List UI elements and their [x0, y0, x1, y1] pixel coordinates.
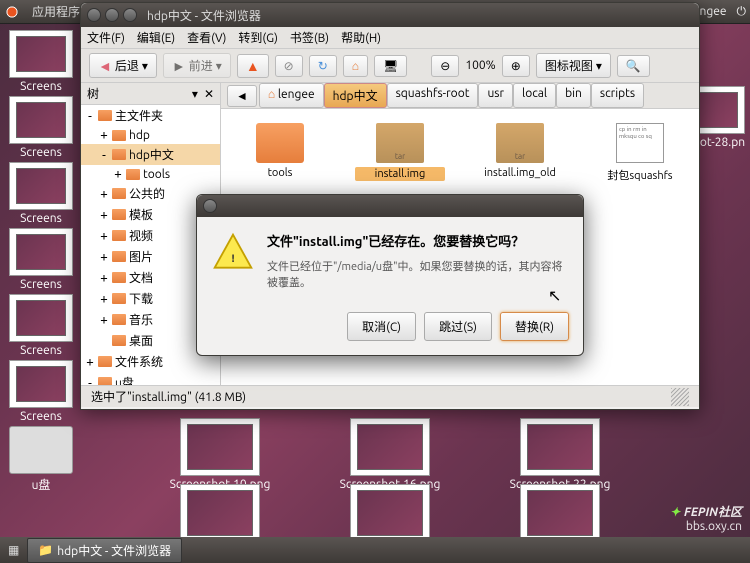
warning-icon: !	[211, 231, 255, 275]
zoom-out-button[interactable]: ⊖	[431, 55, 459, 77]
up-button[interactable]: ▲	[237, 54, 269, 78]
reload-icon: ↻	[318, 59, 328, 73]
replace-button[interactable]: 替换(R)	[500, 312, 569, 341]
menu-item[interactable]: 编辑(E)	[137, 29, 175, 46]
desktop-item[interactable]: Screenshot-10.png	[160, 418, 280, 491]
menu-applications[interactable]: 应用程序	[32, 3, 80, 20]
zoom-level: 100%	[465, 59, 495, 72]
desktop-item[interactable]: u盘	[6, 426, 76, 493]
breadcrumb-item[interactable]: squashfs-root	[387, 83, 479, 108]
status-bar: 选中了"install.img" (41.8 MB)	[81, 385, 699, 407]
tree-node[interactable]: -主文件夹	[81, 105, 220, 126]
tree-node[interactable]: +hdp	[81, 126, 220, 144]
close-icon[interactable]	[87, 8, 101, 22]
desktop-item[interactable]: Screens	[6, 294, 76, 357]
tree-node[interactable]: +tools	[81, 165, 220, 183]
arrow-right-icon: ►	[172, 58, 186, 74]
desktop-item[interactable]: Screens	[6, 228, 76, 291]
ubuntu-logo-icon	[4, 4, 20, 20]
bottom-panel: ▦ 📁 hdp中文 - 文件浏览器	[0, 537, 750, 563]
desktop-item[interactable]: Screens	[6, 162, 76, 225]
tree-header: 树 ▾✕	[81, 83, 220, 105]
chevron-down-icon: ▾	[596, 59, 602, 73]
svg-text:!: !	[231, 253, 234, 265]
file-item[interactable]: install.img_old	[475, 123, 565, 179]
search-icon: 🔍	[626, 59, 641, 73]
desktop-item[interactable]: Screenshot-22.png	[500, 418, 620, 491]
tree-node[interactable]: -u盘	[81, 372, 220, 385]
desktop-item[interactable]: Screens	[6, 360, 76, 423]
stop-icon: ⊘	[284, 59, 294, 73]
dialog-titlebar[interactable]	[197, 195, 583, 217]
skip-button[interactable]: 跳过(S)	[424, 312, 492, 341]
menu-item[interactable]: 转到(G)	[238, 29, 278, 46]
home-icon: ⌂	[352, 59, 359, 73]
file-item[interactable]: install.img	[355, 123, 445, 181]
path-back-button[interactable]: ◄	[227, 85, 257, 107]
taskbar-item[interactable]: 📁 hdp中文 - 文件浏览器	[27, 538, 182, 563]
breadcrumb-item[interactable]: bin	[556, 83, 591, 108]
home-button[interactable]: ⌂	[343, 55, 368, 77]
file-item[interactable]: cp in rm in mksqu co sq封包squashfs	[595, 123, 685, 183]
menu-item[interactable]: 文件(F)	[87, 29, 125, 46]
dialog-title: 文件"install.img"已经存在。您要替换它吗？	[267, 231, 569, 250]
status-text: 选中了"install.img" (41.8 MB)	[91, 388, 246, 405]
close-icon[interactable]	[203, 199, 217, 213]
zoom-in-button[interactable]: ⊕	[502, 55, 530, 77]
chevron-down-icon: ▾	[216, 59, 222, 73]
breadcrumb-item[interactable]: scripts	[591, 83, 644, 108]
menu-item[interactable]: 书签(B)	[290, 29, 329, 46]
folder-icon: 📁	[38, 543, 53, 557]
zoom-out-icon: ⊖	[440, 59, 450, 73]
menu-item[interactable]: 帮助(H)	[341, 29, 381, 46]
breadcrumb: ◄ ⌂ lengeehdp中文squashfs-rootusrlocalbins…	[221, 83, 699, 109]
dialog-body: 文件已经位于"/media/u盘"中。如果您要替换的话，其内容将被覆盖。	[267, 258, 569, 290]
arrow-up-icon: ▲	[246, 58, 260, 74]
breadcrumb-item[interactable]: usr	[478, 83, 513, 108]
desktop-item[interactable]: Screens	[6, 30, 76, 93]
stop-button[interactable]: ⊘	[275, 55, 303, 77]
computer-button[interactable]: 🖥	[374, 55, 407, 77]
cancel-button[interactable]: 取消(C)	[347, 312, 416, 341]
reload-button[interactable]: ↻	[309, 55, 337, 77]
resize-handle[interactable]	[671, 388, 689, 406]
arrow-left-icon: ◄	[98, 58, 112, 74]
breadcrumb-item[interactable]: ⌂ lengee	[259, 83, 324, 108]
chevron-down-icon: ▾	[142, 59, 148, 73]
desktop-item[interactable]: Screenshot-16.png	[330, 418, 450, 491]
maximize-icon[interactable]	[123, 8, 137, 22]
desktop-item[interactable]: Screens	[6, 96, 76, 159]
breadcrumb-item[interactable]: local	[513, 83, 556, 108]
back-button[interactable]: ◄后退▾	[89, 53, 157, 78]
search-button[interactable]: 🔍	[617, 55, 650, 77]
toolbar: ◄后退▾ ►前进▾ ▲ ⊘ ↻ ⌂ 🖥 ⊖ 100% ⊕ 图标视图 ▾ 🔍	[81, 49, 699, 83]
breadcrumb-item[interactable]: hdp中文	[324, 83, 387, 108]
chevron-down-icon[interactable]: ▾	[192, 87, 198, 101]
file-item[interactable]: tools	[235, 123, 325, 179]
watermark: ✦ FEPIN社区 bbs.oxy.cn	[670, 502, 742, 533]
close-icon[interactable]: ✕	[204, 87, 214, 101]
window-title: hdp中文 - 文件浏览器	[147, 7, 261, 24]
replace-dialog: ! 文件"install.img"已经存在。您要替换它吗？ 文件已经位于"/me…	[196, 194, 584, 356]
window-titlebar[interactable]: hdp中文 - 文件浏览器	[81, 3, 699, 27]
minimize-icon[interactable]	[105, 8, 119, 22]
shutdown-icon[interactable]: ⏻	[737, 5, 747, 19]
zoom-in-icon: ⊕	[511, 59, 521, 73]
menubar: 文件(F) 编辑(E) 查看(V) 转到(G) 书签(B) 帮助(H)	[81, 27, 699, 49]
tree-node[interactable]: -hdp中文	[81, 144, 220, 165]
menu-item[interactable]: 查看(V)	[187, 29, 226, 46]
forward-button: ►前进▾	[163, 53, 231, 78]
show-desktop-icon[interactable]: ▦	[4, 543, 23, 557]
computer-icon: 🖥	[383, 59, 398, 73]
view-mode-select[interactable]: 图标视图 ▾	[536, 53, 611, 78]
